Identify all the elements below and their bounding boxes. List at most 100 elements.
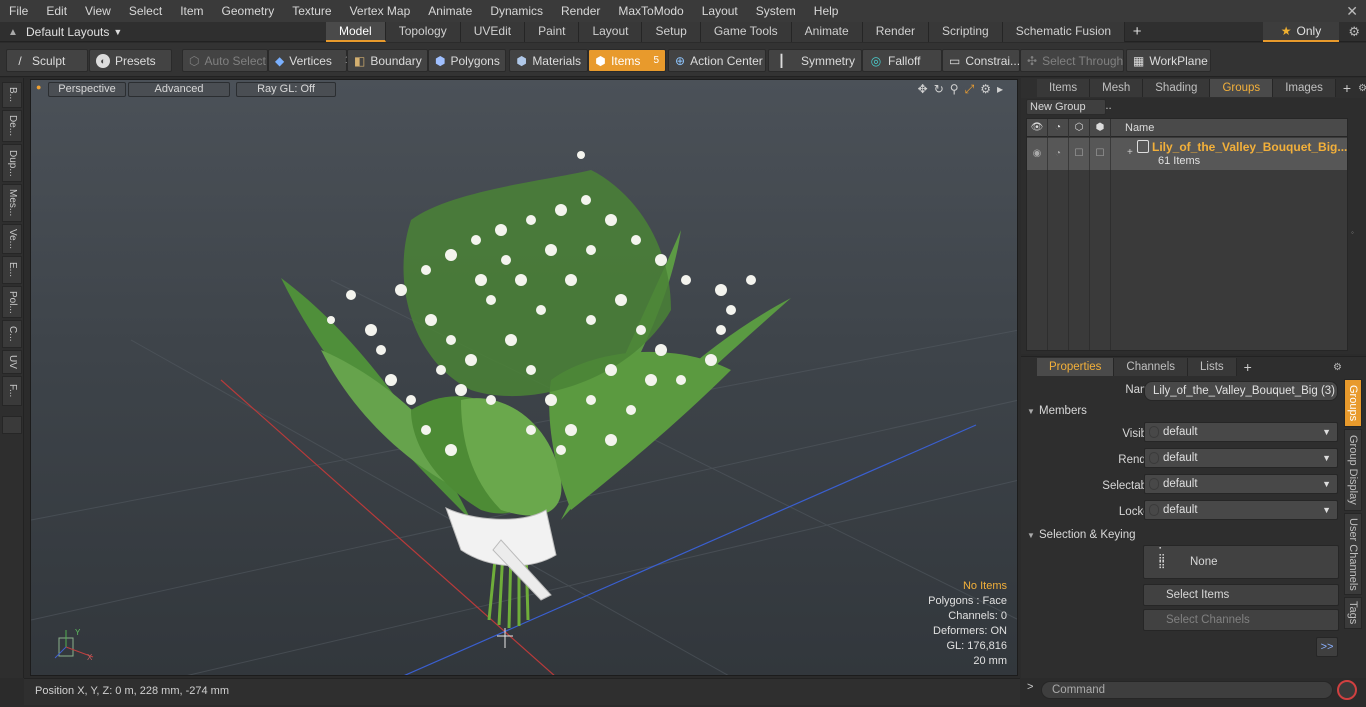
members-section[interactable]: ▼ Members <box>1027 402 1337 420</box>
symmetry-button[interactable]: ┃ Symmetry <box>768 49 862 72</box>
selection-keying-section[interactable]: ▼ Selection & Keying <box>1027 526 1337 544</box>
left-tab-mesh-edit[interactable]: Mes... <box>2 184 22 222</box>
viewport-settings-icon[interactable]: ⚙ <box>980 82 991 97</box>
presets-button[interactable]: ◐ Presets <box>89 49 172 72</box>
left-tab-polygon[interactable]: Pol... <box>2 286 22 318</box>
sculpt-button[interactable]: / Sculpt <box>6 49 88 72</box>
command-input[interactable]: Command <box>1041 681 1333 699</box>
tab-images[interactable]: Images <box>1273 79 1336 97</box>
new-group-button[interactable]: New Group <box>1026 99 1106 115</box>
tab-scripting[interactable]: Scripting <box>929 22 1003 42</box>
3d-viewport[interactable]: Y X ● Perspective Advanced Ray GL: Off ✥… <box>30 79 1018 676</box>
record-icon[interactable] <box>1337 680 1357 700</box>
menu-geometry[interactable]: Geometry <box>213 0 284 22</box>
menu-system[interactable]: System <box>747 0 805 22</box>
side-tab-tags[interactable]: Tags <box>1344 597 1362 629</box>
constraints-button[interactable]: ▭ Constrai... <box>942 49 1020 72</box>
left-tab-duplicate[interactable]: Dup... <box>2 144 22 182</box>
tab-paint[interactable]: Paint <box>525 22 580 42</box>
tab-setup[interactable]: Setup <box>642 22 701 42</box>
viewport-dot-icon[interactable]: ● <box>36 82 41 92</box>
pan-icon[interactable]: ✥ <box>918 82 928 97</box>
left-tab-edge[interactable]: E... <box>2 256 22 284</box>
tab-schematic-fusion[interactable]: Schematic Fusion <box>1002 22 1126 42</box>
auto-select-button[interactable]: ⬡ Auto Select <box>182 49 268 72</box>
render-icon[interactable]: ◔ <box>1048 119 1069 137</box>
workplane-button[interactable]: ▦ WorkPlane <box>1126 49 1211 72</box>
left-tab-uv[interactable]: UV <box>2 350 22 374</box>
add-tab-icon[interactable]: + <box>1237 359 1259 375</box>
tab-model[interactable]: Model <box>326 22 386 42</box>
play-arrow-icon[interactable]: ▸ <box>997 82 1003 97</box>
select-icon[interactable]: ⬡ <box>1069 119 1090 137</box>
row-select-checkbox[interactable]: ☐ <box>1069 138 1090 170</box>
menu-file[interactable]: File <box>0 0 37 22</box>
collapse-up-icon[interactable]: ▲ <box>0 27 26 38</box>
group-row[interactable]: ◉ ◔ ☐ ☐ + Lily_of_the_Valley_Bouquet_Big… <box>1027 138 1347 170</box>
advanced-button[interactable]: Advanced <box>128 82 230 97</box>
menu-layout[interactable]: Layout <box>693 0 747 22</box>
tab-mesh[interactable]: Mesh ... <box>1090 79 1144 112</box>
menu-item[interactable]: Item <box>171 0 212 22</box>
name-field[interactable]: Lily_of_the_Valley_Bouquet_Big (3) <box>1144 381 1338 401</box>
visibility-eye-icon[interactable]: 👁 <box>1027 119 1048 137</box>
add-tab-icon[interactable]: + <box>1125 22 1149 42</box>
zoom-icon[interactable]: ⚲ <box>950 82 959 97</box>
select-channels-button[interactable]: Select Channels <box>1143 609 1339 631</box>
visible-select[interactable]: default ▼ <box>1144 422 1338 442</box>
menu-animate[interactable]: Animate <box>419 0 481 22</box>
vertices-button[interactable]: ◆ Vertices 1 <box>268 49 350 72</box>
left-tab-basic[interactable]: B... <box>2 82 22 108</box>
tab-properties[interactable]: Properties <box>1037 358 1115 376</box>
only-button[interactable]: ★ Only <box>1263 22 1339 42</box>
menu-render[interactable]: Render <box>552 0 609 22</box>
menu-maxtomodo[interactable]: MaxToModo <box>609 0 692 22</box>
left-tab-curve[interactable]: C... <box>2 320 22 348</box>
panel-options-icon[interactable]: ⚙ <box>1358 83 1366 94</box>
left-tab-extra[interactable] <box>2 416 22 434</box>
column-name[interactable]: Name <box>1125 119 1154 137</box>
render-select[interactable]: default ▼ <box>1144 448 1338 468</box>
lock-icon[interactable]: ⬢ <box>1090 119 1111 137</box>
tab-layout[interactable]: Layout <box>579 22 643 42</box>
tab-uvedit[interactable]: UVEdit <box>460 22 526 42</box>
scroll-handle-icon[interactable]: ◦ <box>1351 228 1354 237</box>
row-render-icon[interactable]: ◔ <box>1048 138 1069 170</box>
left-tab-fusion[interactable]: F... <box>2 376 22 406</box>
close-icon[interactable]: ✕ <box>1346 0 1358 22</box>
selectable-select[interactable]: default ▼ <box>1144 474 1338 494</box>
menu-dynamics[interactable]: Dynamics <box>481 0 552 22</box>
raygl-button[interactable]: Ray GL: Off <box>236 82 336 97</box>
locked-select[interactable]: default ▼ <box>1144 500 1338 520</box>
items-button[interactable]: ⬢ Items 5 <box>588 49 666 72</box>
left-tab-deform[interactable]: De... <box>2 110 22 142</box>
add-tab-icon[interactable]: + <box>1336 80 1358 96</box>
key-none-button[interactable]: ⠁ ⠿ ⠿ None <box>1143 545 1339 579</box>
menu-texture[interactable]: Texture <box>283 0 340 22</box>
maximize-icon[interactable]: ⤢ <box>965 82 975 97</box>
menu-help[interactable]: Help <box>805 0 848 22</box>
row-eye-icon[interactable]: ◉ <box>1027 138 1048 170</box>
side-tab-user-channels[interactable]: User Channels <box>1344 513 1362 595</box>
select-items-button[interactable]: Select Items <box>1143 584 1339 606</box>
rotate-icon[interactable]: ↻ <box>934 82 944 97</box>
menu-view[interactable]: View <box>76 0 120 22</box>
menu-select[interactable]: Select <box>120 0 171 22</box>
tab-lists[interactable]: Lists <box>1188 358 1237 376</box>
tab-animate[interactable]: Animate <box>791 22 863 42</box>
tab-channels[interactable]: Channels <box>1114 358 1189 376</box>
panel-options-icon[interactable]: ⚙ <box>1333 362 1342 373</box>
row-lock-checkbox[interactable]: ☐ <box>1090 138 1111 170</box>
menu-edit[interactable]: Edit <box>37 0 76 22</box>
polygons-button[interactable]: ⬢ Polygons <box>428 49 506 72</box>
menu-vertex-map[interactable]: Vertex Map <box>341 0 420 22</box>
materials-button[interactable]: ⬢ Materials <box>509 49 588 72</box>
more-button[interactable]: >> <box>1316 637 1338 657</box>
perspective-button[interactable]: Perspective <box>48 82 126 97</box>
tab-shading[interactable]: Shading <box>1143 79 1211 97</box>
side-tab-groups[interactable]: Groups <box>1344 379 1362 427</box>
tab-groups[interactable]: Groups <box>1210 79 1274 97</box>
gear-icon[interactable]: ⚙ <box>1348 22 1360 42</box>
left-tab-vertex[interactable]: Ve... <box>2 224 22 254</box>
tab-game-tools[interactable]: Game Tools <box>700 22 792 42</box>
